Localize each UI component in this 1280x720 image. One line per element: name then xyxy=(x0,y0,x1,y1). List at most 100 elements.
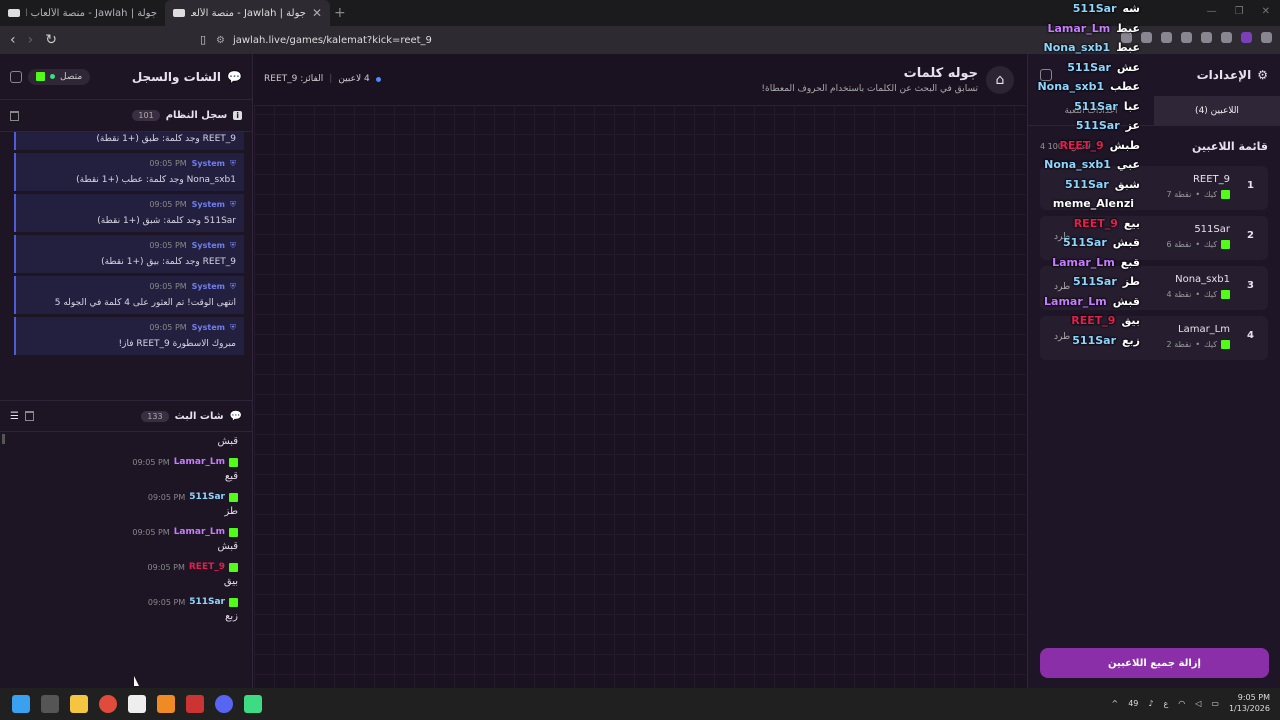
kick-icon xyxy=(1221,190,1230,199)
overlay-user: Lamar_Lm xyxy=(1047,21,1111,35)
browser-tab-2[interactable]: جولة | Jawlah - منصة الألعاب التفاعلية ✕ xyxy=(165,0,330,26)
align-icon[interactable]: ☰ xyxy=(10,411,19,422)
extension-icon[interactable] xyxy=(1201,32,1212,43)
trash-icon[interactable] xyxy=(24,411,34,421)
log-sender: System xyxy=(191,282,225,291)
close-tab-icon[interactable]: ✕ xyxy=(312,6,322,20)
clock[interactable]: 9:05 PM 1/13/2026 xyxy=(1229,692,1270,714)
player-name: 511Sar xyxy=(1194,224,1230,235)
overlay-line: زبع 511Sar xyxy=(1030,334,1140,354)
menu-icon[interactable] xyxy=(1261,32,1272,43)
player-name: Nona_sxb1 xyxy=(1175,274,1230,285)
chat-time: 09:05 PM xyxy=(147,597,186,607)
extension-icon[interactable] xyxy=(1181,32,1192,43)
chat-user[interactable]: 511Sar xyxy=(189,492,225,502)
chat-user[interactable]: Lamar_Lm xyxy=(174,457,225,467)
mouse-cursor xyxy=(134,676,139,686)
shield-icon: ⛨ xyxy=(230,200,236,209)
player-name: REET_9 xyxy=(1192,174,1230,185)
extension-icon[interactable] xyxy=(1141,32,1152,43)
minimize-icon[interactable]: — xyxy=(1207,6,1217,17)
overlay-line: عبي Nona_sxb1 xyxy=(1030,158,1140,178)
bookmark-icon[interactable]: ▯ xyxy=(200,33,206,46)
overlay-line: عبط Lamar_Lm xyxy=(1030,22,1140,42)
task-view-icon[interactable] xyxy=(41,695,59,713)
overlay-line: بيق REET_9 xyxy=(1030,314,1140,334)
browser-tab-1[interactable]: جولة | Jawlah - منصة الألعاب التفاعلية xyxy=(0,0,165,26)
status-dot xyxy=(375,76,381,82)
mic-icon[interactable]: ♪ xyxy=(1148,699,1153,708)
clear-all-players-button[interactable]: إزالة جميع اللاعبين xyxy=(1040,648,1269,678)
tab-title: جولة | Jawlah - منصة الألعاب التفاعلية xyxy=(191,7,306,19)
game-board: ⌂ جوله كلمات تسابق في البحث عن الكلمات ب… xyxy=(254,54,1026,688)
overlay-word: شه xyxy=(1122,2,1141,15)
overlay-user: 511Sar xyxy=(1075,119,1120,132)
file-icon[interactable] xyxy=(128,695,146,713)
site-info-icon[interactable]: ⚙ xyxy=(216,35,225,46)
forward-icon[interactable]: › xyxy=(28,32,34,48)
overlay-word: شبق xyxy=(1114,177,1140,191)
maximize-icon[interactable]: ❐ xyxy=(1235,6,1244,17)
overlay-user: Lamar_Lm xyxy=(1052,255,1115,269)
tab-players[interactable]: اللاعبين (4) xyxy=(1154,96,1280,125)
chat-message: 09:05 PM REET_9 بيق xyxy=(14,562,238,587)
chrome-icon[interactable] xyxy=(99,695,117,713)
collapse-panel-icon[interactable] xyxy=(10,70,22,83)
chat-text: قبع xyxy=(224,471,238,482)
extension-icon[interactable] xyxy=(1241,32,1252,43)
back-icon[interactable]: ‹ xyxy=(10,32,16,48)
log-time: 09:05 PM xyxy=(149,200,187,209)
overlay-line: طز 511Sar xyxy=(1030,275,1140,295)
extension-icon[interactable] xyxy=(1161,32,1172,43)
url-field[interactable]: ⚙ jawlah.live/games/kalemat?kick=reet_9 xyxy=(216,30,942,50)
discord-icon[interactable] xyxy=(215,695,233,713)
chat-icon: 💬 xyxy=(229,410,242,422)
app-icon[interactable] xyxy=(244,695,262,713)
shield-icon: ⛨ xyxy=(230,282,236,291)
language-indicator[interactable]: ع xyxy=(1163,699,1168,708)
chat-time: 09:05 PM xyxy=(147,562,185,572)
overlay-word: بيع xyxy=(1123,216,1140,230)
overlay-word: عش xyxy=(1116,60,1140,74)
player-rank: 1 xyxy=(1247,180,1254,191)
scrollbar[interactable] xyxy=(2,434,5,444)
chat-text: طز xyxy=(224,506,238,517)
system-tray: ^ 49 ♪ ع ◠ ◁ ▭ 9:05 PM 1/13/2026 xyxy=(1111,692,1270,714)
new-tab-icon[interactable]: + xyxy=(334,5,346,21)
game-title: جوله كلمات xyxy=(903,66,978,81)
clock-date: 1/13/2026 xyxy=(1228,704,1270,713)
winner-label: الفائز: REET_9 xyxy=(264,74,324,84)
chevron-up-icon[interactable]: ^ xyxy=(1111,699,1118,708)
windows-start-icon[interactable] xyxy=(12,695,30,713)
overlay-word: طز xyxy=(1122,275,1140,288)
player-points: 6 نقطة xyxy=(1166,240,1192,249)
system-log-entry: 09:05 PM System ⛨ مبروك الاسطورة REET_9 فا… xyxy=(14,317,244,355)
chat-text: قبش xyxy=(217,541,238,552)
chat-user[interactable]: REET_9 xyxy=(189,562,225,572)
overlay-line: طبش REET_9 xyxy=(1030,139,1140,159)
volume-icon[interactable]: ◁ xyxy=(1195,699,1201,708)
app-icon[interactable] xyxy=(157,695,175,713)
site-icon xyxy=(173,9,185,17)
extension-icon[interactable] xyxy=(1221,32,1232,43)
home-icon[interactable]: ⌂ xyxy=(986,66,1014,94)
overlay-word: عبط xyxy=(1116,41,1140,54)
chat-user[interactable]: Lamar_Lm xyxy=(174,527,225,537)
status-dot xyxy=(50,74,55,79)
network-icon[interactable]: ◠ xyxy=(1178,699,1185,708)
chat-text: قبش xyxy=(217,436,238,447)
battery-icon[interactable]: ▭ xyxy=(1211,699,1219,708)
overlay-line: عبط Nona_sxb1 xyxy=(1030,41,1140,61)
overlay-line: عطب Nona_sxb1 xyxy=(1030,80,1140,100)
stream-chat-count: 133 xyxy=(141,410,169,422)
chat-text: زبع xyxy=(225,611,238,622)
app-icon[interactable] xyxy=(186,695,204,713)
shield-icon: ⛨ xyxy=(230,323,236,332)
reload-icon[interactable]: ↻ xyxy=(45,32,57,48)
close-window-icon[interactable]: ✕ xyxy=(1262,6,1270,17)
file-explorer-icon[interactable] xyxy=(70,695,88,713)
overlay-user: REET_9 xyxy=(1073,216,1118,230)
chat-message: 09:05 PM 511Sar طز xyxy=(14,492,238,517)
trash-icon[interactable] xyxy=(10,110,19,121)
chat-user[interactable]: 511Sar xyxy=(189,597,225,607)
